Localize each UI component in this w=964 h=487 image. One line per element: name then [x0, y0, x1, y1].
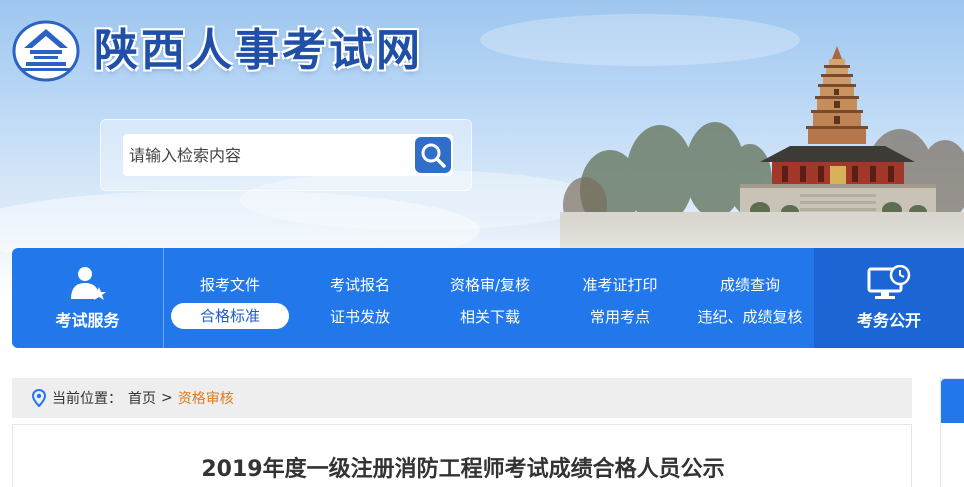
- main-nav: 考试服务 报考文件 考试报名 资格审/复核 准考证打印 成绩查询 合格标准 证书…: [12, 248, 964, 348]
- exam-affairs-public-label: 考务公开: [856, 311, 921, 330]
- pagoda-emblem-icon: [12, 20, 80, 82]
- exam-affairs-public-button[interactable]: 考务公开: [814, 248, 964, 348]
- breadcrumb-current-link[interactable]: 资格审核: [178, 388, 234, 408]
- search-button[interactable]: [415, 137, 451, 173]
- nav-item-violation-score-review[interactable]: 违纪、成绩复核: [685, 300, 815, 332]
- side-panel: [940, 378, 964, 487]
- breadcrumb: 当前位置： 首页 > 资格审核: [12, 378, 912, 418]
- nav-item-score-query[interactable]: 成绩查询: [685, 268, 815, 300]
- side-panel-header: [941, 379, 964, 423]
- exam-services-label: 考试服务: [55, 311, 120, 330]
- nav-item-admission-ticket[interactable]: 准考证打印: [555, 268, 685, 300]
- article-panel: 2019年度一级注册消防工程师考试成绩合格人员公示: [12, 424, 912, 487]
- breadcrumb-home-link[interactable]: 首页: [128, 388, 156, 408]
- nav-links-grid: 报考文件 考试报名 资格审/复核 准考证打印 成绩查询 合格标准 证书发放 相关…: [165, 268, 815, 332]
- site-logo[interactable]: 陕西人事考试网: [12, 20, 423, 82]
- nav-item-certificate-issuance[interactable]: 证书发放: [295, 300, 425, 332]
- breadcrumb-prefix: 当前位置：: [52, 391, 122, 407]
- article-title: 2019年度一级注册消防工程师考试成绩合格人员公示: [201, 457, 725, 482]
- site-title: 陕西人事考试网: [94, 25, 423, 76]
- nav-item-qualification-review[interactable]: 资格审/复核: [425, 268, 555, 300]
- search-field-wrapper: [123, 134, 453, 176]
- nav-item-exam-documents[interactable]: 报考文件: [165, 268, 295, 300]
- user-star-icon: [70, 267, 106, 300]
- exam-services-button[interactable]: 考试服务: [12, 248, 164, 348]
- nav-item-downloads[interactable]: 相关下载: [425, 300, 555, 332]
- search-panel: [100, 119, 472, 191]
- monitor-clock-icon: [867, 265, 911, 299]
- search-input[interactable]: [129, 134, 409, 176]
- nav-item-registration[interactable]: 考试报名: [295, 268, 425, 300]
- search-icon: [421, 143, 446, 168]
- location-pin-icon: [32, 389, 46, 407]
- nav-item-exam-venues[interactable]: 常用考点: [555, 300, 685, 332]
- nav-item-passing-standard[interactable]: 合格标准: [165, 300, 295, 332]
- breadcrumb-separator: >: [161, 390, 173, 406]
